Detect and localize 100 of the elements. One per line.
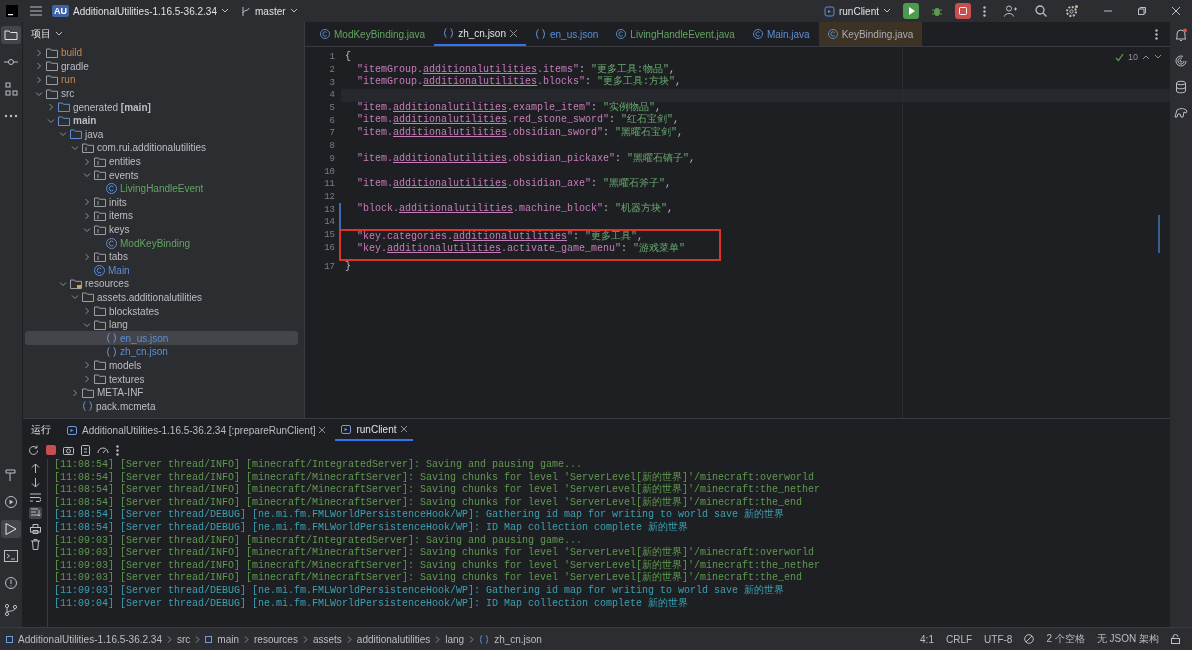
scroll-end-icon[interactable] [28,507,42,519]
tree-row[interactable]: META-INF [25,385,298,400]
module-icon [205,635,213,643]
panel-title[interactable]: 项目 [31,27,51,41]
tree-row[interactable]: Main [25,263,298,278]
editor-tab[interactable]: zh_cn.json [434,22,526,46]
breadcrumb[interactable]: resources [254,633,298,645]
inspection-count[interactable]: 10 [1128,52,1138,62]
tree-row[interactable]: main [25,113,298,128]
close-icon[interactable] [319,427,326,433]
editor-tab[interactable]: Main.java [743,22,819,46]
tree-row[interactable]: pack.mcmeta [25,399,298,414]
tree-row[interactable]: java [25,127,298,142]
tree-row[interactable]: gradle [25,59,298,74]
search-icon[interactable] [1035,5,1047,17]
breadcrumb[interactable]: AdditionalUtilities-1.16.5-36.2.34 [18,633,162,645]
folder-icon [94,170,106,181]
caret-icon[interactable] [883,8,891,14]
editor-tab[interactable]: ModKeyBinding.java [311,22,435,46]
breadcrumb[interactable]: main [217,633,239,645]
tree-row[interactable]: inits [25,195,298,210]
tree-row[interactable]: tabs [25,249,298,264]
breadcrumb[interactable]: src [177,633,191,645]
tree-row[interactable]: items [25,209,298,223]
stop-icon[interactable] [46,445,56,455]
menu-icon[interactable] [30,6,42,16]
run-tab[interactable]: runClient [335,419,413,441]
json-schema[interactable]: 无 JSON 架构 [1096,632,1159,646]
run-icon[interactable] [1,520,21,538]
run-button-icon[interactable] [903,3,919,19]
tree-row[interactable]: ModKeyBinding [25,236,298,250]
close-icon[interactable] [510,29,517,37]
run-tab[interactable]: AdditionalUtilities-1.16.5-36.2.34 [:prepareRunClient] [61,419,332,441]
indent-setting[interactable]: 2 个空格 [1046,632,1085,646]
add-user-icon[interactable] [1004,5,1017,17]
caret-icon[interactable] [221,8,229,14]
tree-row[interactable]: lang [25,317,298,332]
more-icon[interactable] [116,444,119,456]
up-arrow-icon[interactable] [30,463,40,473]
tree-row[interactable]: com.rui.additionalutilities [25,141,298,155]
terminal-icon[interactable] [1,547,21,565]
editor-tab[interactable]: LivingHandleEvent.java [607,22,744,46]
tree-row[interactable]: entities [25,154,298,169]
bug-icon[interactable] [931,5,943,17]
project-name[interactable]: AdditionalUtilities-1.16.5-36.2.34 [73,5,217,17]
down-arrow-icon[interactable] [30,478,40,488]
tree-row[interactable]: assets.additionalutilities [25,290,298,305]
breadcrumb[interactable]: additionalutilities [356,633,431,645]
spiral-icon[interactable] [1172,52,1190,70]
tree-row[interactable]: models [25,358,298,373]
tree-row[interactable]: LivingHandleEvent [25,181,298,196]
tree-row[interactable]: resources [25,277,298,291]
tree-item-label: run [61,74,76,86]
tree-row[interactable]: keys [25,222,298,237]
tree-row[interactable]: textures [25,372,298,386]
gauge-icon[interactable] [97,445,109,455]
folder-icon[interactable] [1,26,21,44]
camera-icon[interactable] [63,445,74,455]
tree-row[interactable]: events [25,168,298,182]
stop-button-icon[interactable] [955,3,971,19]
folder-icon [58,102,70,113]
run-config-icon [341,424,353,434]
more-icon[interactable] [1155,28,1158,40]
branch-name[interactable]: master [255,5,286,17]
print-icon[interactable] [29,524,41,534]
code-line: "item.additionalutilities.obsidian_sword": "黑曜石宝剑", [356,127,684,140]
wrap-icon[interactable] [29,493,41,502]
app-logo-icon[interactable] [6,5,18,17]
more-icon[interactable] [983,5,986,17]
editor-tab[interactable]: en_us.json [526,22,608,46]
tree-row[interactable]: blockstates [25,304,298,318]
trash-icon[interactable] [30,539,40,550]
folder-icon [82,387,94,398]
settings-icon[interactable] [1065,4,1078,18]
cursor-position[interactable]: 4:1 [920,633,934,645]
file-encoding[interactable]: UTF-8 [984,633,1013,645]
tree-row[interactable]: run [25,73,298,87]
tree-row[interactable]: src [25,86,298,101]
caret-icon[interactable] [55,31,63,37]
rerun-icon[interactable] [28,444,39,456]
caret-icon[interactable] [289,8,298,14]
tree-row[interactable]: build [25,46,298,60]
lock-icon[interactable] [1171,634,1180,644]
breadcrumb[interactable]: zh_cn.json [494,633,542,645]
restore-icon[interactable] [1138,7,1146,15]
breadcrumb[interactable]: assets [312,633,342,645]
tree-row[interactable]: zh_cn.json [25,345,298,359]
line-number: 1 [329,52,335,63]
run-config-name[interactable]: runClient [838,5,879,17]
line-ending[interactable]: CRLF [945,633,973,645]
close-icon[interactable] [1172,7,1180,15]
no-entry-icon[interactable] [1024,634,1035,644]
folder-icon [82,292,94,303]
editor-tab[interactable]: KeyBinding.java [818,22,923,46]
tree-item-label: pack.mcmeta [96,400,156,412]
breadcrumb[interactable]: lang [445,633,465,645]
close-icon[interactable] [400,426,407,432]
check-icon[interactable] [1115,52,1124,62]
tree-row[interactable]: generated [main] [25,100,298,114]
tree-item-label: main [73,115,97,127]
